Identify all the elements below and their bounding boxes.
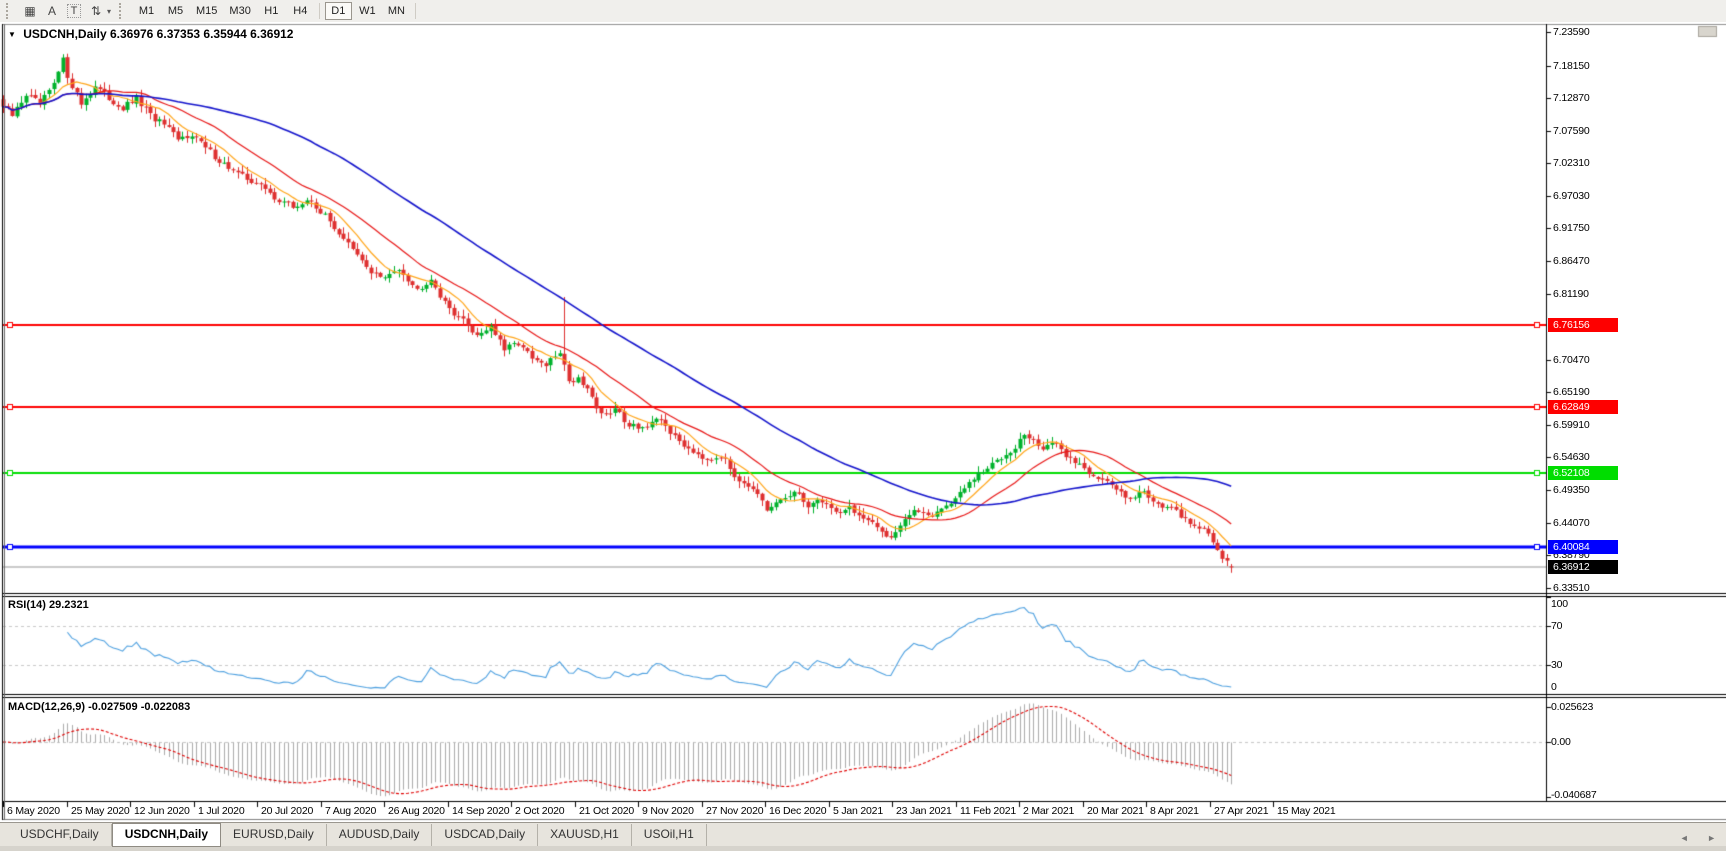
- timeframe-d1-button[interactable]: D1: [324, 2, 352, 20]
- toolbar-divider: [318, 3, 320, 19]
- timeframe-w1-button[interactable]: W1: [354, 2, 381, 20]
- tab-usdcnh-daily[interactable]: USDCNH,Daily: [111, 822, 222, 847]
- toolbar-grip-2[interactable]: [119, 3, 126, 19]
- font-icon[interactable]: A: [41, 2, 63, 20]
- timeframe-h4-button[interactable]: H4: [287, 2, 314, 20]
- level-price-badge[interactable]: 6.52108: [1548, 466, 1618, 481]
- toolbar-divider-2: [414, 3, 416, 19]
- level-price-badge[interactable]: 6.62849: [1548, 399, 1618, 414]
- bid-price-badge: 6.36912: [1548, 559, 1618, 574]
- tab-audusd-daily[interactable]: AUDUSD,Daily: [327, 823, 433, 846]
- toolbar: ▦ A T ⇅ ▾ M1 M5 M15 M30 H1 H4 D1 W1 MN: [0, 0, 1726, 23]
- tab-scroll-right-icon[interactable]: ►: [1707, 833, 1716, 843]
- tab-usdcad-daily[interactable]: USDCAD,Daily: [432, 823, 539, 846]
- tab-xauusd-h1[interactable]: XAUUSD,H1: [538, 823, 632, 846]
- tab-usdchf-daily[interactable]: USDCHF,Daily: [8, 823, 112, 846]
- timeframe-h1-button[interactable]: H1: [258, 2, 285, 20]
- trading-workspace: ▦ A T ⇅ ▾ M1 M5 M15 M30 H1 H4 D1 W1 MN 7…: [0, 0, 1726, 851]
- tab-scroll-arrows: ◄ ►: [1666, 828, 1716, 846]
- tab-eurusd-daily[interactable]: EURUSD,Daily: [221, 823, 327, 846]
- toolbar-grip[interactable]: [6, 3, 13, 19]
- timeframe-m5-button[interactable]: M5: [162, 2, 189, 20]
- level-price-badge[interactable]: 6.40084: [1548, 540, 1618, 555]
- text-label-glyph: T: [66, 4, 82, 18]
- timeframe-m15-button[interactable]: M15: [191, 2, 222, 20]
- symbol-tab-bar: USDCHF,Daily USDCNH,Daily EURUSD,Daily A…: [0, 822, 1726, 847]
- cursor-style-icon[interactable]: ⇅: [85, 2, 107, 20]
- level-price-badge[interactable]: 6.76156: [1548, 317, 1618, 332]
- timeframe-mn-button[interactable]: MN: [383, 2, 410, 20]
- tab-usoil-h1[interactable]: USOil,H1: [632, 823, 707, 846]
- dropdown-caret-icon[interactable]: ▾: [107, 7, 111, 16]
- timeframe-m30-button[interactable]: M30: [224, 2, 255, 20]
- text-label-icon[interactable]: T: [63, 2, 85, 20]
- timeframe-m1-button[interactable]: M1: [133, 2, 160, 20]
- profiles-grid-icon[interactable]: ▦: [19, 2, 41, 20]
- chart-canvas[interactable]: [0, 22, 1726, 822]
- tab-scroll-left-icon[interactable]: ◄: [1680, 833, 1689, 843]
